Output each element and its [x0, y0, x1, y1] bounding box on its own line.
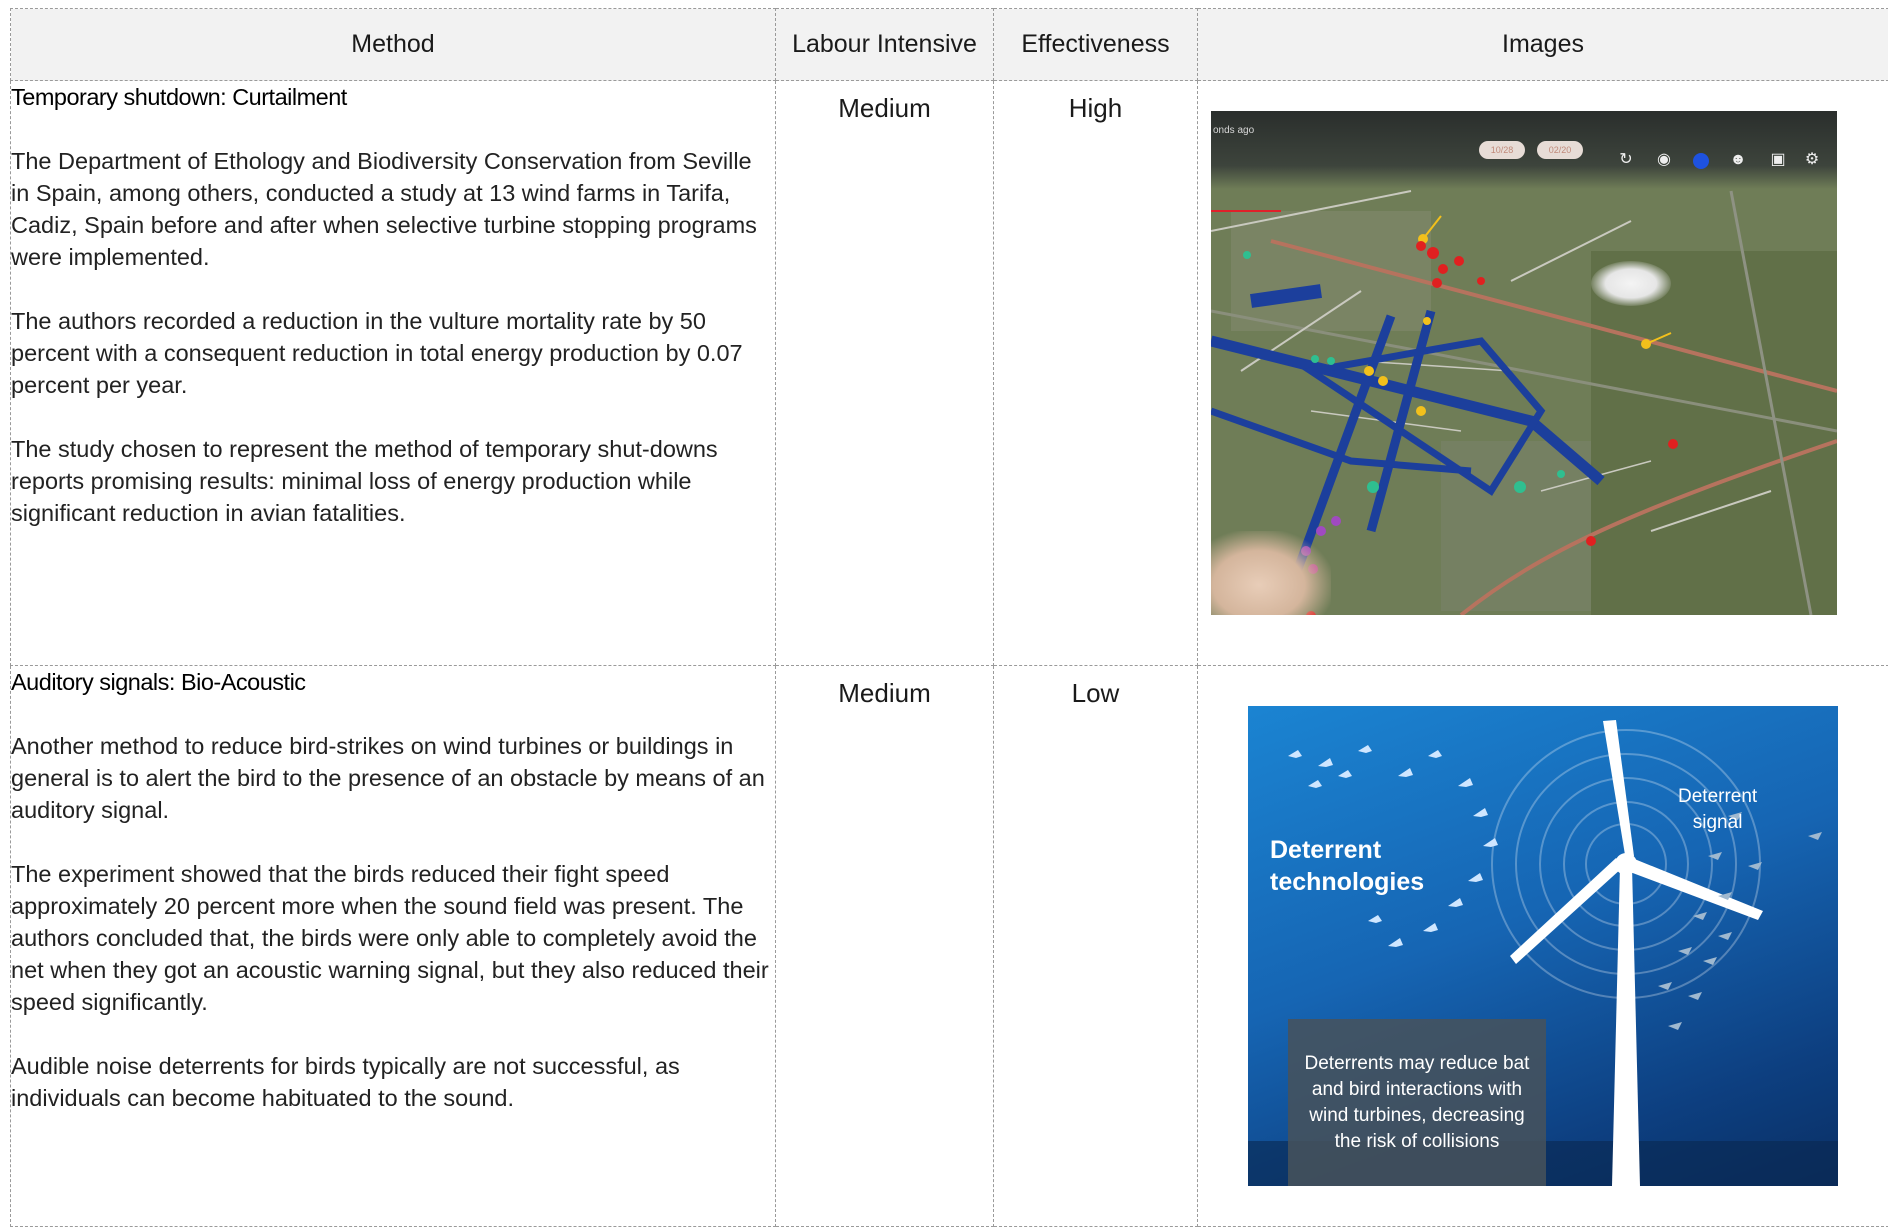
- user-icon[interactable]: ☻: [1729, 151, 1747, 169]
- date-to-chip[interactable]: 02/20: [1537, 141, 1583, 159]
- method-paragraph: The Department of Ethology and Biodivers…: [11, 145, 775, 273]
- cloud-glare: [1591, 261, 1671, 306]
- signal-label-line: Deterrent: [1678, 786, 1757, 807]
- labour-intensive-value: Medium: [776, 81, 994, 666]
- infographic-title: Deterrent technologies: [1270, 834, 1424, 898]
- header-images: Images: [1198, 9, 1888, 81]
- effectiveness-value: Low: [994, 666, 1198, 1227]
- header-effectiveness: Effectiveness: [994, 9, 1198, 81]
- effectiveness-value: High: [994, 81, 1198, 666]
- table-row: Auditory signals: Bio-Acoustic Another m…: [11, 666, 1888, 1227]
- method-paragraph: Audible noise deterrents for birds typic…: [11, 1050, 775, 1114]
- method-cell: Temporary shutdown: Curtailment The Depa…: [11, 81, 776, 666]
- header-labour-intensive: Labour Intensive: [776, 9, 994, 81]
- map-updated-text: onds ago: [1213, 125, 1254, 136]
- finger-photo: [1211, 531, 1331, 615]
- methods-table: Method Labour Intensive Effectiveness Im…: [10, 8, 1888, 1227]
- bird-radar-map-image: onds ago 10/28 02/20 ↻ ◉ ☻ ▣ ⚙: [1211, 111, 1837, 615]
- method-paragraph: The experiment showed that the birds red…: [11, 858, 775, 1018]
- method-paragraph: The authors recorded a reduction in the …: [11, 305, 775, 401]
- method-paragraph: The study chosen to represent the method…: [11, 433, 775, 529]
- infographic-title-line: Deterrent: [1270, 836, 1381, 864]
- method-title: Temporary shutdown: Curtailment: [11, 81, 775, 113]
- image-cell: onds ago 10/28 02/20 ↻ ◉ ☻ ▣ ⚙: [1198, 81, 1888, 666]
- method-cell: Auditory signals: Bio-Acoustic Another m…: [11, 666, 776, 1227]
- date-from-chip[interactable]: 10/28: [1479, 141, 1525, 159]
- method-paragraph: Another method to reduce bird-strikes on…: [11, 730, 775, 826]
- refresh-icon[interactable]: ↻: [1617, 151, 1635, 169]
- signal-label-line: signal: [1693, 812, 1743, 833]
- eye-icon[interactable]: ◉: [1655, 151, 1673, 169]
- gear-icon[interactable]: ⚙: [1803, 151, 1821, 169]
- layer-color-icon[interactable]: [1693, 153, 1709, 169]
- table-row: Temporary shutdown: Curtailment The Depa…: [11, 81, 1888, 666]
- header-method: Method: [11, 9, 776, 81]
- page: Method Labour Intensive Effectiveness Im…: [0, 0, 1888, 1202]
- wind-turbine-infographic: Deterrent technologies Deterrent signal …: [1248, 706, 1838, 1186]
- infographic-title-line: technologies: [1270, 868, 1424, 896]
- layers-icon[interactable]: ▣: [1769, 151, 1787, 169]
- image-cell: Deterrent technologies Deterrent signal …: [1198, 666, 1888, 1227]
- table-header-row: Method Labour Intensive Effectiveness Im…: [11, 9, 1888, 81]
- infographic-caption: Deterrents may reduce bat and bird inter…: [1288, 1019, 1546, 1186]
- method-title: Auditory signals: Bio-Acoustic: [11, 666, 775, 698]
- signal-label: Deterrent signal: [1678, 784, 1757, 836]
- labour-intensive-value: Medium: [776, 666, 994, 1227]
